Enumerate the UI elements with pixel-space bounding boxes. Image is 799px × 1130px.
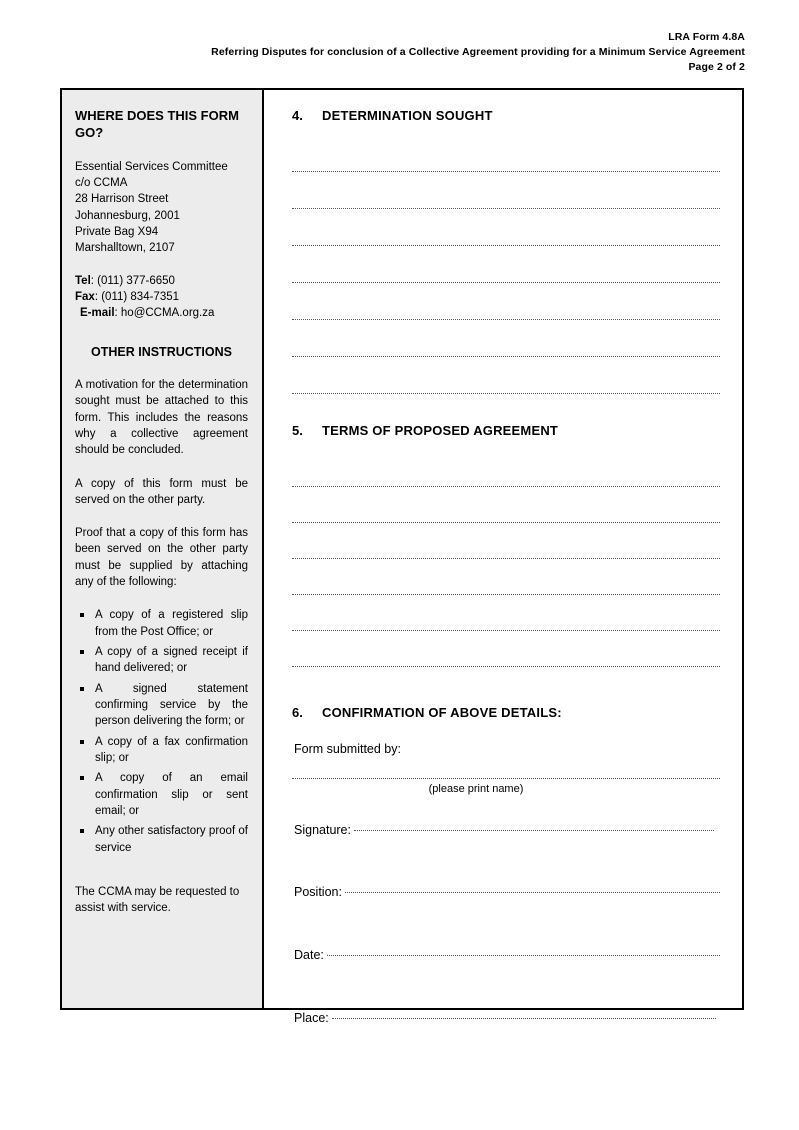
section-4-title: DETERMINATION SOUGHT bbox=[322, 108, 493, 123]
print-name-input[interactable] bbox=[292, 778, 720, 779]
contact-tel-value: : (011) 377-6650 bbox=[90, 274, 175, 287]
answer-line[interactable] bbox=[292, 146, 720, 172]
contact-email-value: : ho@CCMA.org.za bbox=[114, 307, 215, 320]
answer-line[interactable] bbox=[292, 257, 720, 283]
answer-line[interactable] bbox=[292, 183, 720, 209]
list-item: Any other satisfactory proof of service bbox=[75, 823, 248, 856]
position-field-row[interactable]: Position: bbox=[294, 885, 720, 899]
address-block: Essential Services Committee c/o CCMA 28… bbox=[75, 159, 248, 257]
date-label: Date: bbox=[294, 948, 324, 962]
list-item: A copy of an email confirmation slip or … bbox=[75, 770, 248, 819]
address-line: c/o CCMA bbox=[75, 177, 128, 190]
page-label: Page 2 of 2 bbox=[688, 61, 745, 74]
list-item: A signed statement confirming service by… bbox=[75, 681, 248, 730]
place-label: Place: bbox=[294, 1011, 329, 1025]
answer-line[interactable] bbox=[292, 641, 720, 667]
answer-line[interactable] bbox=[292, 533, 720, 559]
place-input[interactable] bbox=[331, 1018, 716, 1019]
section-6-title: CONFIRMATION OF ABOVE DETAILS: bbox=[322, 705, 562, 720]
form-main-column: 4. DETERMINATION SOUGHT 5. TERMS OF PROP… bbox=[264, 90, 742, 1025]
section-5-number: 5. bbox=[292, 423, 303, 438]
answer-line[interactable] bbox=[292, 294, 720, 320]
section-4-heading: 4. DETERMINATION SOUGHT bbox=[292, 108, 720, 123]
form-code: LRA Form 4.8A bbox=[668, 31, 745, 43]
section-4-answer-area[interactable] bbox=[292, 146, 720, 394]
section-6-heading: 6. CONFIRMATION OF ABOVE DETAILS: bbox=[292, 705, 720, 720]
section-5-heading: 5. TERMS OF PROPOSED AGREEMENT bbox=[292, 423, 720, 438]
address-line: Johannesburg, 2001 bbox=[75, 209, 180, 222]
address-line: Private Bag X94 bbox=[75, 226, 159, 239]
contact-tel-label: Tel bbox=[75, 274, 91, 287]
form-subtitle: Referring Disputes for conclusion of a C… bbox=[211, 46, 745, 59]
address-line: Essential Services Committee bbox=[75, 160, 228, 173]
address-line: 28 Harrison Street bbox=[75, 193, 169, 206]
contact-tel: Tel: (011) 377-6650 bbox=[75, 273, 248, 289]
document-header: LRA Form 4.8A Referring Disputes for con… bbox=[45, 30, 745, 76]
form-table: WHERE DOES THIS FORM GO? Essential Servi… bbox=[60, 88, 744, 1025]
instruction-paragraph: A copy of this form must be served on th… bbox=[75, 477, 248, 506]
signature-label: Signature: bbox=[294, 823, 351, 837]
date-field-row[interactable]: Date: bbox=[294, 948, 720, 962]
proof-of-service-list: A copy of a registered slip from the Pos… bbox=[75, 607, 248, 856]
answer-line[interactable] bbox=[292, 569, 720, 595]
signature-field-row[interactable]: Signature: bbox=[294, 823, 720, 837]
answer-line[interactable] bbox=[292, 368, 720, 394]
date-input[interactable] bbox=[326, 955, 720, 956]
answer-line[interactable] bbox=[292, 220, 720, 246]
answer-line[interactable] bbox=[292, 331, 720, 357]
signature-input[interactable] bbox=[353, 830, 714, 831]
contact-fax: Fax: (011) 834-7351 bbox=[75, 289, 248, 305]
contact-block: Tel: (011) 377-6650 Fax: (011) 834-7351 … bbox=[75, 273, 248, 322]
place-field-row[interactable]: Place: bbox=[294, 1011, 720, 1025]
position-input[interactable] bbox=[344, 892, 720, 893]
section-5-answer-area[interactable] bbox=[292, 461, 720, 667]
position-label: Position: bbox=[294, 885, 342, 899]
panel-title: WHERE DOES THIS FORM GO? bbox=[75, 108, 239, 140]
contact-email: E-mail: ho@CCMA.org.za bbox=[75, 305, 248, 321]
list-item: A copy of a fax confirmation slip; or bbox=[75, 734, 248, 767]
section-4-number: 4. bbox=[292, 108, 303, 123]
instruction-paragraph: Proof that a copy of this form has been … bbox=[75, 527, 248, 589]
answer-line[interactable] bbox=[292, 461, 720, 487]
instruction-paragraph: A motivation for the determination sough… bbox=[75, 378, 248, 457]
answer-line[interactable] bbox=[292, 497, 720, 523]
section-6-number: 6. bbox=[292, 705, 303, 720]
section-5-title: TERMS OF PROPOSED AGREEMENT bbox=[322, 423, 559, 438]
print-name-caption: (please print name) bbox=[428, 783, 524, 795]
contact-fax-value: : (011) 834-7351 bbox=[94, 291, 180, 304]
list-item: A copy of a signed receipt if hand deliv… bbox=[75, 644, 248, 677]
closing-note: The CCMA may be requested to assist with… bbox=[75, 886, 240, 915]
contact-email-label: E-mail bbox=[80, 307, 115, 320]
contact-fax-label: Fax bbox=[75, 291, 95, 304]
list-item: A copy of a registered slip from the Pos… bbox=[75, 607, 248, 640]
instructions-sidebar: WHERE DOES THIS FORM GO? Essential Servi… bbox=[62, 90, 264, 1008]
other-instructions-title: OTHER INSTRUCTIONS bbox=[91, 344, 232, 359]
address-line: Marshalltown, 2107 bbox=[75, 242, 175, 255]
form-submitted-by-label: Form submitted by: bbox=[294, 742, 401, 756]
answer-line[interactable] bbox=[292, 605, 720, 631]
